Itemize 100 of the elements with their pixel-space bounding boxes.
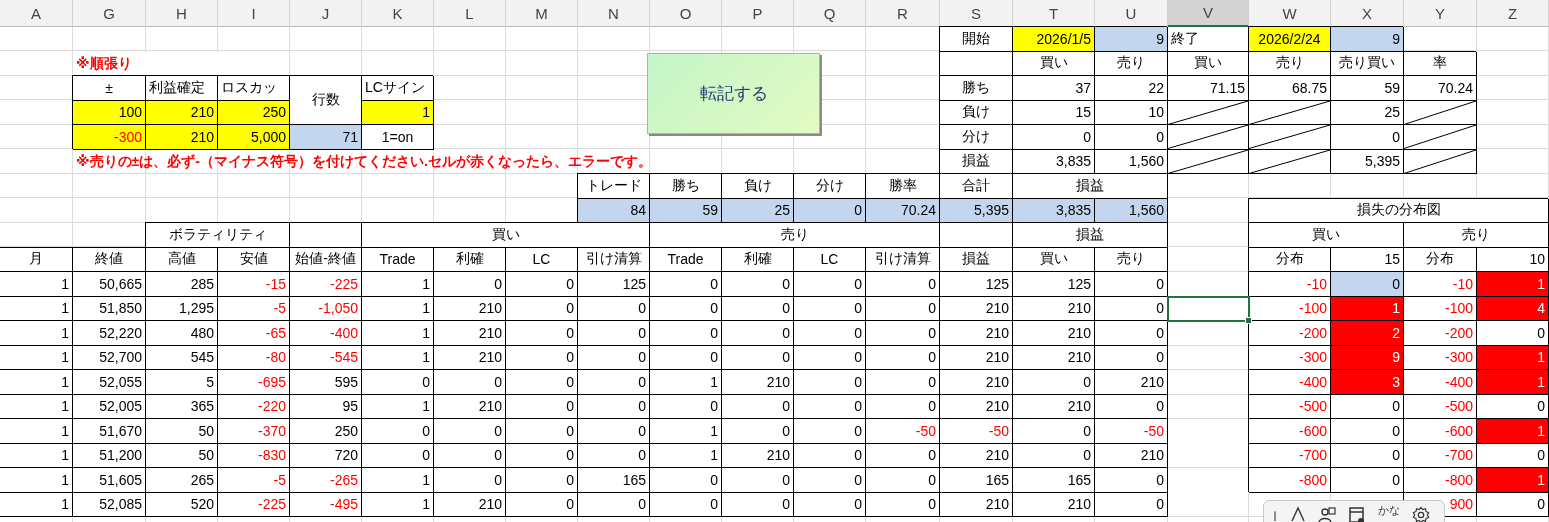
table-cell: 210 (1013, 321, 1095, 346)
table-cell: -15 (218, 272, 290, 297)
table-cell: 0 (506, 370, 578, 395)
table-cell: 1 (1477, 370, 1549, 395)
column-header: 始値-終値 (290, 247, 362, 272)
table-cell: 545 (146, 345, 218, 370)
column-header[interactable]: A (0, 0, 73, 27)
table-cell: 210 (1013, 296, 1095, 321)
table-cell: -370 (218, 419, 290, 444)
table-cell: -225 (290, 272, 362, 297)
table-cell: -265 (290, 468, 362, 493)
table-cell: -200 (1404, 321, 1477, 346)
column-header[interactable]: L (434, 0, 506, 27)
table-cell: 0 (1331, 125, 1404, 150)
table-cell: 0 (722, 296, 794, 321)
column-header[interactable]: G (73, 0, 146, 27)
table-cell: 25 (722, 198, 794, 223)
table-cell: 0 (506, 419, 578, 444)
table-cell: 3,835 (1013, 198, 1095, 223)
row-label: 分け (940, 125, 1013, 150)
column-header: 安値 (218, 247, 290, 272)
column-header[interactable]: I (218, 0, 290, 27)
input-cell[interactable]: 210 (146, 125, 218, 150)
column-header[interactable]: Y (1404, 0, 1477, 27)
column-header[interactable]: Z (1477, 0, 1549, 27)
settings-icon[interactable] (1412, 506, 1430, 522)
table-cell: 2 (1331, 321, 1404, 346)
table-cell: -5 (218, 468, 290, 493)
table-cell: 0 (866, 272, 940, 297)
input-cell[interactable]: 5,000 (218, 125, 290, 150)
table-cell: 165 (1013, 468, 1095, 493)
column-header: LCサイン (362, 76, 434, 101)
column-header[interactable]: V (1168, 0, 1249, 27)
column-header[interactable]: R (866, 0, 940, 27)
column-header[interactable]: X (1331, 0, 1404, 27)
window-icon[interactable] (1348, 506, 1366, 522)
column-header[interactable]: N (578, 0, 650, 27)
column-header[interactable]: J (290, 0, 362, 27)
column-header: 売り (1249, 51, 1331, 76)
row-label: 勝ち (940, 76, 1013, 101)
table-cell: 59 (650, 198, 722, 223)
column-header[interactable]: Q (794, 0, 866, 27)
table-cell: 1 (650, 443, 722, 468)
table-cell: 210 (1013, 345, 1095, 370)
table-cell: 210 (434, 321, 506, 346)
table-cell: 5 (146, 370, 218, 395)
column-header[interactable]: S (940, 0, 1013, 27)
input-cell[interactable]: 250 (218, 100, 290, 125)
table-cell: 1,560 (1095, 198, 1168, 223)
table-cell: 1 (362, 296, 434, 321)
table-cell: -1,050 (290, 296, 362, 321)
column-header: Trade (362, 247, 434, 272)
column-header[interactable]: T (1013, 0, 1095, 27)
table-cell: 210 (940, 370, 1013, 395)
table-cell: 0 (722, 345, 794, 370)
table-cell: 2026/2/24 (1249, 27, 1331, 52)
table-cell: 1 (362, 272, 434, 297)
transfer-button[interactable]: 転記する (647, 53, 820, 134)
table-cell: 0 (650, 492, 722, 517)
user-icon[interactable] (1318, 506, 1336, 522)
table-cell: 0 (362, 419, 434, 444)
table-cell: 480 (146, 321, 218, 346)
table-cell: 0 (1095, 125, 1168, 150)
column-header[interactable]: U (1095, 0, 1168, 27)
table-cell: 0 (506, 468, 578, 493)
column-header[interactable]: M (506, 0, 578, 27)
table-cell: 210 (722, 443, 794, 468)
table-cell: 0 (794, 468, 866, 493)
table-cell: 365 (146, 394, 218, 419)
table-cell: 0 (794, 272, 866, 297)
table-cell: 125 (1013, 272, 1095, 297)
table-cell: 3,835 (1013, 149, 1095, 174)
table-cell: 0 (650, 296, 722, 321)
table-cell: 0 (1095, 468, 1168, 493)
table-cell: 0 (1013, 370, 1095, 395)
table-cell: 52,220 (73, 321, 146, 346)
table-cell: 0 (1477, 443, 1549, 468)
table-cell: 0 (434, 443, 506, 468)
kana-button[interactable]: かな (1378, 504, 1400, 516)
column-header[interactable]: O (650, 0, 722, 27)
caret-icon[interactable] (1290, 506, 1306, 522)
table-cell: -65 (218, 321, 290, 346)
input-cell[interactable]: 1 (362, 100, 434, 125)
table-cell: 0 (794, 394, 866, 419)
table-cell: 0 (434, 419, 506, 444)
column-header[interactable]: P (722, 0, 794, 27)
column-header[interactable]: W (1249, 0, 1331, 27)
column-header: ロスカッ (218, 76, 290, 101)
table-cell: 210 (722, 370, 794, 395)
table-cell: -50 (866, 419, 940, 444)
input-cell[interactable]: -300 (73, 125, 146, 150)
column-header[interactable]: H (146, 0, 218, 27)
table-cell: 0 (1477, 394, 1549, 419)
table-cell: 0 (434, 370, 506, 395)
group-header: 売り (1404, 223, 1549, 248)
column-header: 高値 (146, 247, 218, 272)
column-header[interactable]: K (362, 0, 434, 27)
table-cell: -495 (290, 492, 362, 517)
table-cell: 210 (434, 394, 506, 419)
input-cell[interactable]: 210 (146, 100, 218, 125)
